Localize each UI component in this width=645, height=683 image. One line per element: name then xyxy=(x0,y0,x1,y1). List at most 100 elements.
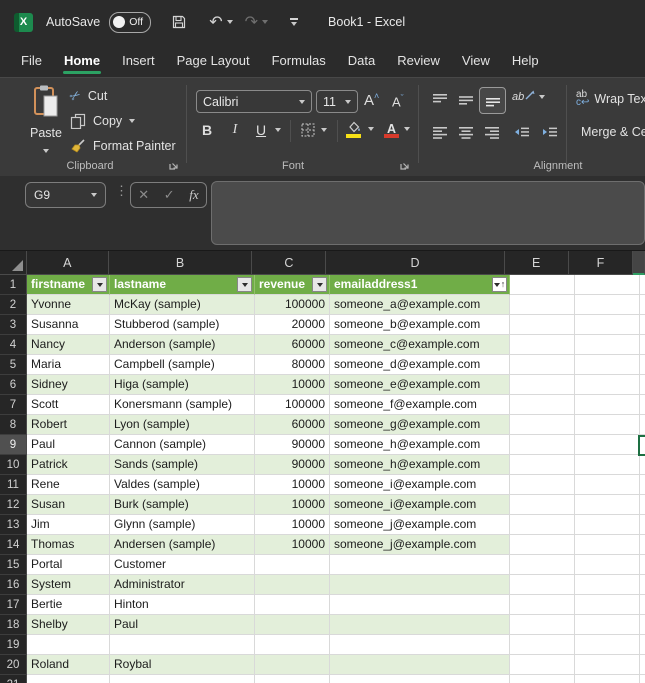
cell[interactable]: someone_f@example.com xyxy=(330,395,510,415)
row-header-2[interactable]: 2 xyxy=(0,295,27,315)
cell[interactable] xyxy=(510,335,575,355)
cell[interactable]: Shelby xyxy=(27,615,110,635)
cell[interactable] xyxy=(110,635,255,655)
middle-align-button[interactable] xyxy=(458,92,474,108)
cell[interactable] xyxy=(575,335,640,355)
redo-dropdown-chevron-icon[interactable] xyxy=(262,20,268,24)
active-cell-selection-g9[interactable] xyxy=(638,435,645,456)
cell[interactable] xyxy=(640,555,645,575)
bottom-align-button-selected[interactable] xyxy=(479,87,506,114)
filter-button-emailaddress1-sorted[interactable]: ↑ xyxy=(492,277,507,292)
borders-dropdown-chevron-icon[interactable] xyxy=(321,128,327,132)
cell[interactable]: Sands (sample) xyxy=(110,455,255,475)
cell[interactable] xyxy=(640,355,645,375)
fill-color-button[interactable] xyxy=(346,120,374,138)
cell[interactable]: Patrick xyxy=(27,455,110,475)
cell[interactable]: 10000 xyxy=(255,375,330,395)
cell[interactable] xyxy=(27,635,110,655)
cell[interactable] xyxy=(255,615,330,635)
cell[interactable]: Paul xyxy=(27,435,110,455)
cell[interactable] xyxy=(27,675,110,683)
row-header-10[interactable]: 10 xyxy=(0,455,27,475)
align-right-button[interactable] xyxy=(484,124,500,140)
row-header-9[interactable]: 9 xyxy=(0,435,27,455)
italic-button[interactable]: I xyxy=(226,122,244,138)
cell[interactable]: Cannon (sample) xyxy=(110,435,255,455)
undo-dropdown-chevron-icon[interactable] xyxy=(227,20,233,24)
cell[interactable] xyxy=(575,595,640,615)
cell[interactable]: 10000 xyxy=(255,535,330,555)
cell[interactable] xyxy=(575,315,640,335)
decrease-font-size-button[interactable]: Aˇ xyxy=(392,93,404,109)
row-header-11[interactable]: 11 xyxy=(0,475,27,495)
cell[interactable]: Jim xyxy=(27,515,110,535)
cell[interactable] xyxy=(575,295,640,315)
table-header-firstname[interactable]: firstname xyxy=(27,275,110,295)
cell[interactable] xyxy=(575,355,640,375)
cell[interactable] xyxy=(640,575,645,595)
cell[interactable] xyxy=(510,295,575,315)
tab-insert[interactable]: Insert xyxy=(111,44,166,77)
merge-center-button[interactable]: Merge & Center xyxy=(576,125,645,139)
cell[interactable]: someone_b@example.com xyxy=(330,315,510,335)
table-header-revenue[interactable]: revenue xyxy=(255,275,330,295)
cell[interactable]: Roland xyxy=(27,655,110,675)
cell[interactable] xyxy=(510,535,575,555)
cell[interactable] xyxy=(640,495,645,515)
column-header-b[interactable]: B xyxy=(109,251,252,275)
cell[interactable]: Stubberod (sample) xyxy=(110,315,255,335)
paste-dropdown-chevron-icon[interactable] xyxy=(43,149,49,153)
cell[interactable]: Burk (sample) xyxy=(110,495,255,515)
cell[interactable] xyxy=(575,395,640,415)
formula-bar-grip-icon[interactable]: ⋮ xyxy=(115,183,128,199)
cell[interactable] xyxy=(575,495,640,515)
cell[interactable]: someone_i@example.com xyxy=(330,495,510,515)
cell[interactable]: someone_j@example.com xyxy=(330,535,510,555)
cell-f1[interactable] xyxy=(575,275,640,295)
filter-button-firstname[interactable] xyxy=(92,277,107,292)
cell[interactable] xyxy=(330,635,510,655)
cell[interactable] xyxy=(640,335,645,355)
increase-indent-button[interactable] xyxy=(542,124,558,140)
cell[interactable] xyxy=(330,555,510,575)
insert-function-icon[interactable]: fx xyxy=(189,187,198,203)
tab-review[interactable]: Review xyxy=(386,44,451,77)
cancel-entry-icon[interactable]: ✕ xyxy=(138,187,149,203)
column-header-c[interactable]: C xyxy=(252,251,326,275)
cut-button[interactable]: ✂ Cut xyxy=(70,88,107,104)
table-header-lastname[interactable]: lastname xyxy=(110,275,255,295)
cell[interactable] xyxy=(640,615,645,635)
align-center-button[interactable] xyxy=(458,124,474,140)
cell[interactable] xyxy=(640,475,645,495)
cell[interactable] xyxy=(330,575,510,595)
cell[interactable] xyxy=(640,455,645,475)
column-header-e[interactable]: E xyxy=(505,251,569,275)
copy-button[interactable]: Copy xyxy=(70,113,135,129)
cell[interactable] xyxy=(575,675,640,683)
row-header-7[interactable]: 7 xyxy=(0,395,27,415)
cell[interactable] xyxy=(575,615,640,635)
tab-view[interactable]: View xyxy=(451,44,501,77)
cell[interactable] xyxy=(575,475,640,495)
cell[interactable] xyxy=(510,675,575,683)
row-header-12[interactable]: 12 xyxy=(0,495,27,515)
tab-help[interactable]: Help xyxy=(501,44,550,77)
confirm-entry-icon[interactable]: ✓ xyxy=(164,187,175,203)
cell[interactable]: Valdes (sample) xyxy=(110,475,255,495)
cell[interactable] xyxy=(510,455,575,475)
filter-button-revenue[interactable] xyxy=(312,277,327,292)
cell[interactable]: 90000 xyxy=(255,435,330,455)
cell[interactable] xyxy=(640,315,645,335)
cell[interactable] xyxy=(510,635,575,655)
cell[interactable] xyxy=(575,635,640,655)
cell[interactable]: 20000 xyxy=(255,315,330,335)
cell[interactable]: someone_h@example.com xyxy=(330,435,510,455)
cell[interactable]: Robert xyxy=(27,415,110,435)
cell[interactable]: Bertie xyxy=(27,595,110,615)
borders-button[interactable] xyxy=(300,122,327,138)
row-header-6[interactable]: 6 xyxy=(0,375,27,395)
column-header-d[interactable]: D xyxy=(326,251,504,275)
cell[interactable] xyxy=(510,415,575,435)
row-header-4[interactable]: 4 xyxy=(0,335,27,355)
cell[interactable] xyxy=(575,415,640,435)
